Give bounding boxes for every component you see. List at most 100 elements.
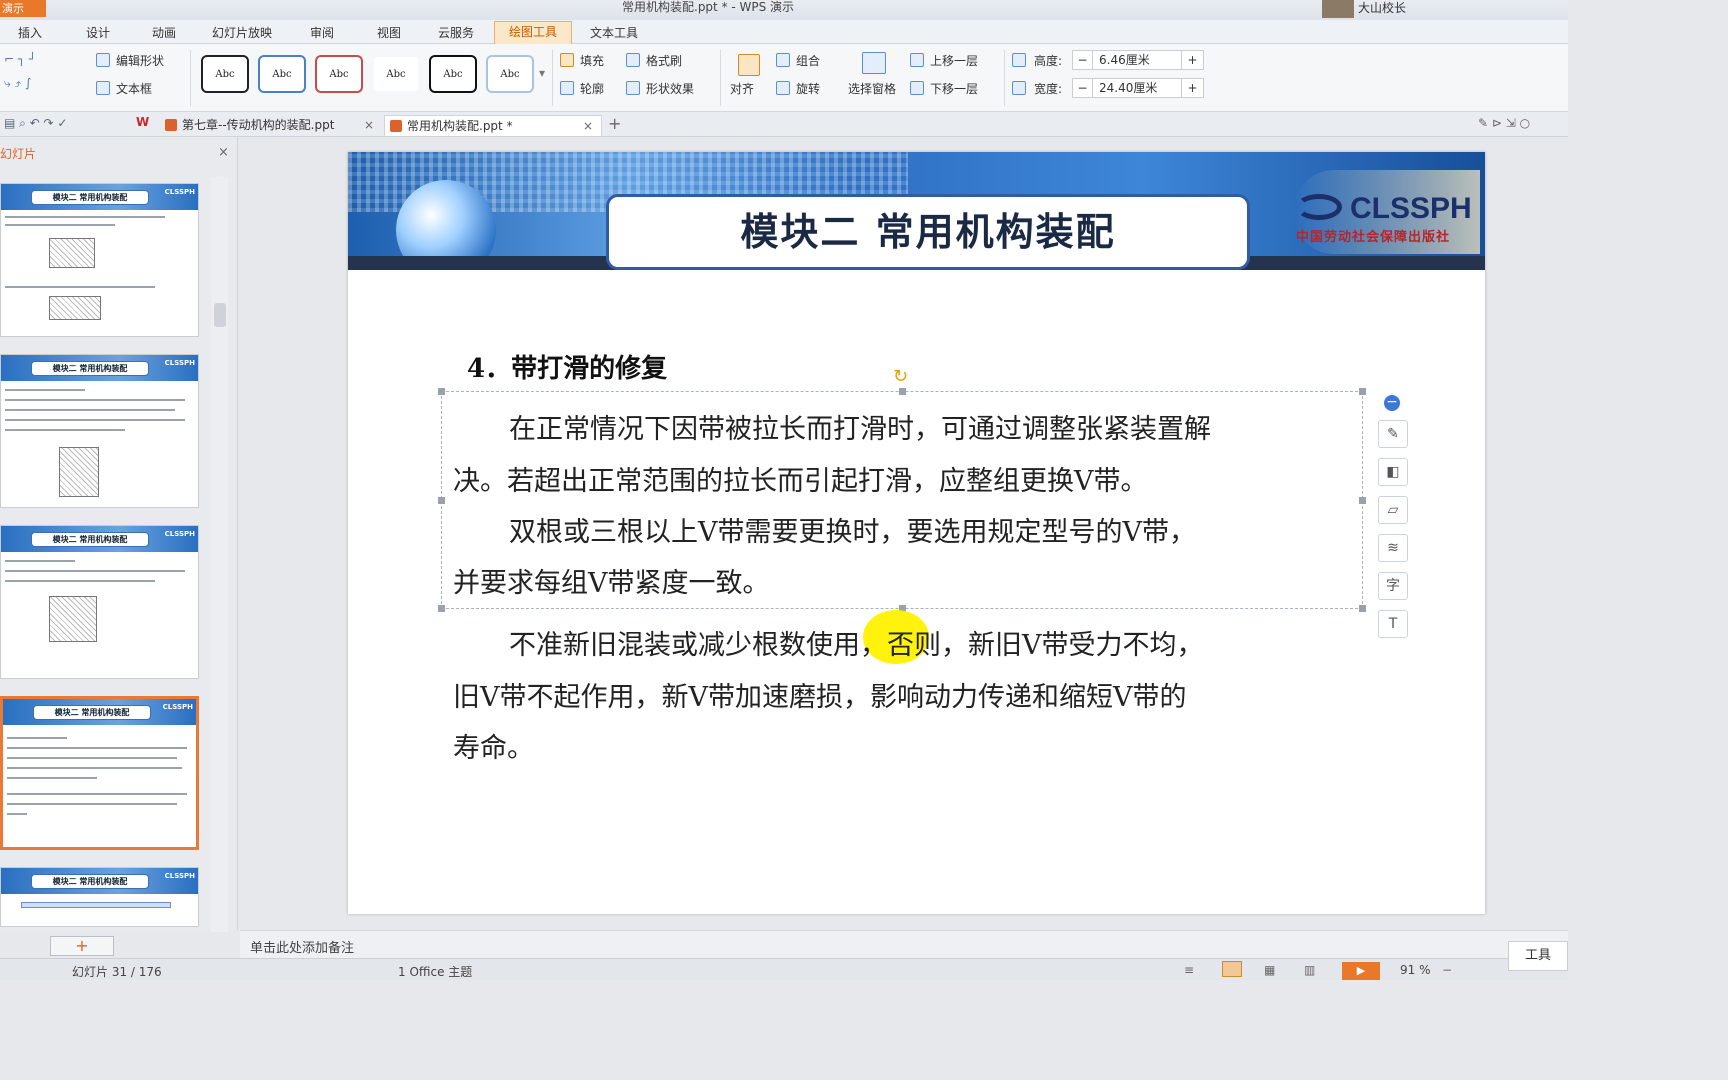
resize-handle[interactable] bbox=[899, 388, 906, 395]
shape-style-swatch[interactable]: Abc bbox=[486, 55, 534, 93]
doc-tab-label[interactable]: 常用机构装配.ppt * bbox=[407, 119, 513, 133]
theme-name[interactable]: 1 Office 主题 bbox=[398, 963, 472, 980]
tools-button[interactable]: 工具 bbox=[1508, 941, 1568, 971]
width-field[interactable]: − 24.40厘米 + bbox=[1072, 78, 1204, 98]
height-field[interactable]: − 6.46厘米 + bbox=[1072, 50, 1204, 70]
shape-style-swatch[interactable]: Abc bbox=[315, 55, 363, 93]
doc-tab-active[interactable]: 常用机构装配.ppt * × bbox=[384, 115, 602, 136]
close-tab-icon[interactable]: × bbox=[364, 115, 374, 135]
height-increment-button[interactable]: + bbox=[1181, 51, 1203, 69]
logo-subtext: 中国劳动社会保障出版社 bbox=[1296, 230, 1451, 245]
tab-animation[interactable]: 动画 bbox=[152, 24, 176, 41]
outline-icon bbox=[560, 81, 574, 95]
user-area[interactable]: 大山校长 bbox=[1322, 0, 1568, 18]
resize-handle[interactable] bbox=[438, 605, 445, 612]
fill-color-icon[interactable]: ◧ bbox=[1378, 458, 1408, 486]
fill-button[interactable]: 填充 bbox=[580, 52, 604, 69]
outline-button[interactable]: 轮廓 bbox=[580, 80, 604, 97]
styles-more-icon[interactable]: ▾ bbox=[539, 66, 545, 80]
panel-scroll-thumb[interactable] bbox=[214, 303, 226, 327]
slide-thumbnail[interactable]: 模块二 常用机构装配 CLSSPH bbox=[0, 867, 199, 927]
width-decrement-button[interactable]: − bbox=[1073, 79, 1093, 97]
shape-style-swatch[interactable]: Abc bbox=[258, 55, 306, 93]
tab-tools-icons[interactable]: ✎ ⊳ ⇲ ○ bbox=[1478, 116, 1530, 130]
paragraph-line[interactable]: 决。若超出正常范围的拉长而引起打滑，应整组更换V带。 bbox=[453, 456, 1148, 508]
slide-thumbnail-selected[interactable]: 模块二 常用机构装配 CLSSPH bbox=[0, 696, 199, 850]
zoom-level[interactable]: 91 % bbox=[1400, 963, 1431, 977]
shape-edit-icon[interactable]: ✎ bbox=[1378, 420, 1408, 448]
close-panel-icon[interactable]: × bbox=[218, 145, 229, 160]
paragraph-line[interactable]: 并要求每组V带紧度一致。 bbox=[453, 558, 770, 610]
curve-icon[interactable]: ⤷ ⤴ ∫ bbox=[4, 76, 31, 91]
rotate-handle-icon[interactable]: ↻ bbox=[893, 366, 908, 387]
resize-handle[interactable] bbox=[438, 388, 445, 395]
play-slideshow-button[interactable]: ▶ bbox=[1342, 962, 1380, 980]
text-style-icon[interactable]: 字 bbox=[1378, 572, 1408, 600]
doc-tab-label[interactable]: 第七章--传动机构的装配.ppt bbox=[182, 118, 334, 132]
add-slide-button[interactable]: + bbox=[50, 936, 114, 956]
tab-view[interactable]: 视图 bbox=[377, 24, 401, 41]
notes-view-icon[interactable]: ≡ bbox=[1184, 963, 1194, 977]
notes-pane[interactable]: 单击此处添加备注 bbox=[240, 930, 1568, 958]
edit-shape-button[interactable]: 编辑形状 bbox=[116, 52, 164, 69]
doc-tab[interactable]: 第七章--传动机构的装配.ppt × bbox=[160, 115, 382, 136]
slide-title[interactable]: 模块二 常用机构装配 bbox=[606, 194, 1250, 270]
normal-view-icon[interactable] bbox=[1222, 961, 1242, 977]
slide-thumbnail[interactable]: 模块二 常用机构装配 CLSSPH bbox=[0, 525, 199, 679]
panel-scrollbar[interactable] bbox=[211, 177, 228, 932]
tab-drawing-tools[interactable]: 绘图工具 bbox=[494, 21, 573, 44]
send-backward-button[interactable]: 下移一层 bbox=[930, 80, 978, 97]
paragraph-line[interactable]: 不准新旧混装或减少根数使用，否则，新旧V带受力不均， bbox=[509, 620, 1204, 672]
close-tab-icon[interactable]: × bbox=[583, 116, 593, 136]
resize-handle[interactable] bbox=[1359, 605, 1366, 612]
paragraph-line[interactable]: 双根或三根以上V带需要更换时，要选用规定型号的V带， bbox=[509, 507, 1196, 559]
width-value[interactable]: 24.40厘米 bbox=[1099, 79, 1157, 97]
height-decrement-button[interactable]: − bbox=[1073, 51, 1093, 69]
collapse-icon[interactable]: − bbox=[1384, 395, 1400, 411]
slide[interactable]: 模块二 常用机构装配 CLSSPH 中国劳动社会保障出版社 4．带打滑的修复 ↻… bbox=[348, 152, 1485, 914]
tab-cloud-service[interactable]: 云服务 bbox=[438, 24, 474, 41]
reading-view-icon[interactable]: ▥ bbox=[1304, 963, 1315, 977]
shape-effects-button[interactable]: 形状效果 bbox=[646, 80, 694, 97]
avatar[interactable] bbox=[1322, 0, 1354, 18]
width-increment-button[interactable]: + bbox=[1181, 79, 1203, 97]
shape-style-swatch[interactable]: Abc bbox=[201, 55, 249, 93]
resize-handle[interactable] bbox=[1359, 497, 1366, 504]
selection-pane-button[interactable]: 选择窗格 bbox=[848, 80, 896, 97]
shape-style-swatch[interactable]: Abc bbox=[372, 55, 420, 93]
bring-forward-button[interactable]: 上移一层 bbox=[930, 52, 978, 69]
wps-icon[interactable]: W bbox=[136, 115, 149, 129]
connector-icon[interactable]: ⌐ ┐ ┘ bbox=[4, 52, 36, 66]
shape-style-swatch[interactable]: Abc bbox=[429, 55, 477, 93]
rotate-button[interactable]: 旋转 bbox=[796, 80, 820, 97]
tab-design[interactable]: 设计 bbox=[86, 24, 110, 41]
paragraph-line[interactable]: 旧V带不起作用，新V带加速磨损，影响动力传递和缩短V带的 bbox=[453, 672, 1187, 724]
tab-slideshow[interactable]: 幻灯片放映 bbox=[212, 24, 272, 41]
zoom-out-icon[interactable]: − bbox=[1442, 963, 1452, 977]
sorter-view-icon[interactable]: ▦ bbox=[1264, 963, 1275, 977]
align-button[interactable]: 对齐 bbox=[730, 80, 754, 97]
slide-thumbnail[interactable]: 模块二 常用机构装配 CLSSPH bbox=[0, 354, 199, 508]
notes-placeholder[interactable]: 单击此处添加备注 bbox=[250, 937, 354, 956]
resize-handle[interactable] bbox=[438, 497, 445, 504]
app-menu-button[interactable]: 演示 bbox=[0, 0, 46, 17]
layers-icon[interactable]: ≋ bbox=[1378, 534, 1408, 562]
new-tab-icon[interactable]: + bbox=[608, 114, 621, 133]
paragraph-line[interactable]: 在正常情况下因带被拉长而打滑时，可通过调整张紧装置解 bbox=[509, 404, 1211, 456]
slide-thumbnail[interactable]: 模块二 常用机构装配 CLSSPH bbox=[0, 183, 199, 337]
thumb-text-line bbox=[5, 419, 185, 421]
textbox-button[interactable]: 文本框 bbox=[116, 80, 152, 97]
tab-text-tools[interactable]: 文本工具 bbox=[590, 24, 638, 41]
outline-color-icon[interactable]: ▱ bbox=[1378, 496, 1408, 524]
tab-review[interactable]: 审阅 bbox=[310, 24, 334, 41]
group-button[interactable]: 组合 bbox=[796, 52, 820, 69]
resize-handle[interactable] bbox=[1359, 388, 1366, 395]
quick-access-icons[interactable]: ▤ ⌕ ↶ ↷ ✓ bbox=[4, 116, 67, 131]
height-value[interactable]: 6.46厘米 bbox=[1099, 51, 1150, 69]
paragraph-line[interactable]: 寿命。 bbox=[453, 723, 534, 775]
text-effects-icon[interactable]: T bbox=[1378, 610, 1408, 638]
format-painter-button[interactable]: 格式刷 bbox=[646, 52, 682, 69]
user-name[interactable]: 大山校长 bbox=[1358, 0, 1406, 16]
tab-insert[interactable]: 插入 bbox=[18, 24, 42, 41]
section-heading[interactable]: 4．带打滑的修复 bbox=[467, 348, 667, 385]
